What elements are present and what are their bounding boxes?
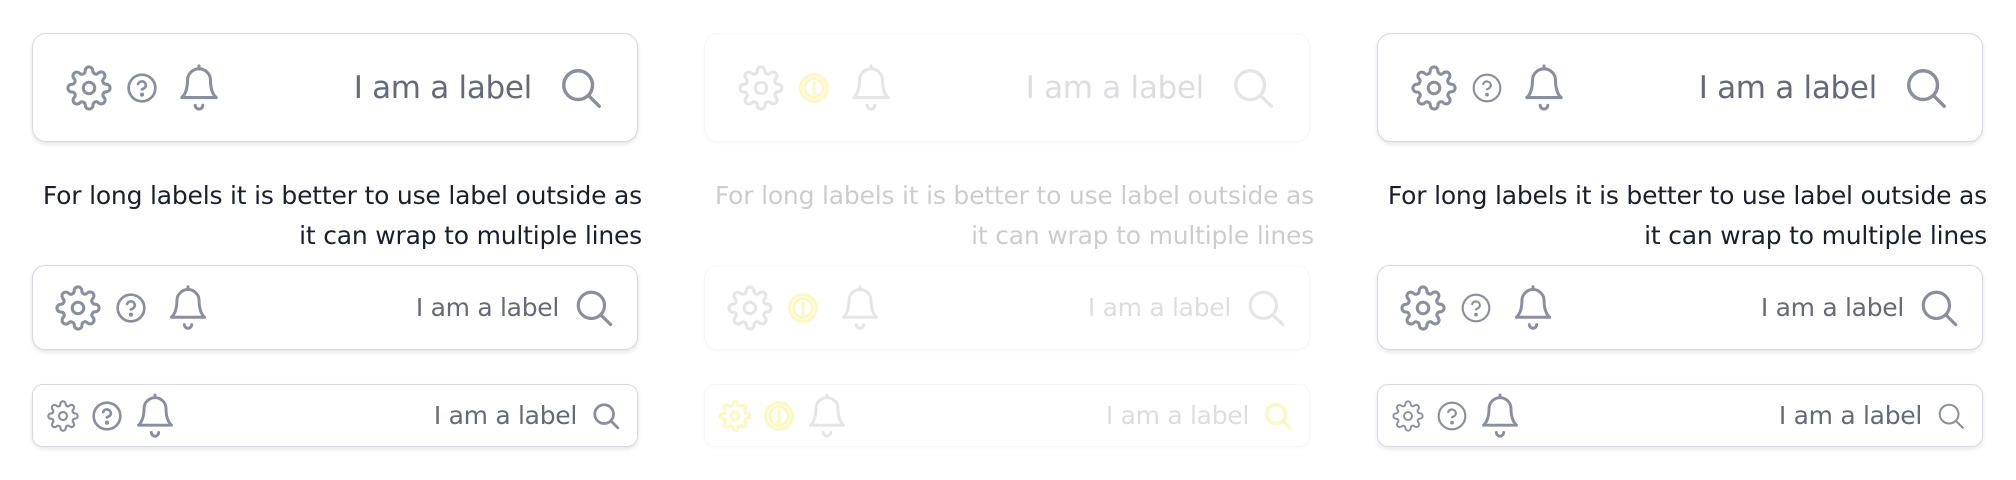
bell-icon[interactable] bbox=[133, 392, 177, 440]
bell-icon bbox=[837, 284, 883, 332]
bell-icon bbox=[848, 63, 894, 113]
icon-group bbox=[719, 392, 849, 440]
search-icon bbox=[1245, 287, 1287, 329]
search-icon bbox=[1263, 401, 1293, 431]
bell-icon[interactable] bbox=[176, 63, 222, 113]
field-label: I am a label bbox=[1087, 293, 1231, 322]
bell-icon[interactable] bbox=[1521, 63, 1567, 113]
field-label: I am a label bbox=[353, 69, 533, 106]
gear-icon[interactable] bbox=[47, 399, 79, 432]
bell-icon bbox=[805, 392, 849, 440]
gear-icon bbox=[727, 284, 773, 331]
field-label: I am a label bbox=[433, 401, 577, 430]
search-icon[interactable] bbox=[1903, 65, 1949, 111]
search-icon[interactable] bbox=[591, 401, 621, 431]
help-icon[interactable] bbox=[126, 72, 158, 104]
help-icon bbox=[787, 292, 819, 324]
icon-group bbox=[47, 392, 177, 440]
help-icon[interactable] bbox=[1460, 292, 1492, 324]
gear-icon[interactable] bbox=[66, 64, 112, 111]
variant-column-default: I am a label For long labels it is bette… bbox=[32, 0, 642, 480]
field-label: I am a label bbox=[415, 293, 559, 322]
icon-group bbox=[1400, 284, 1556, 332]
field-label: I am a label bbox=[1778, 401, 1922, 430]
help-icon[interactable] bbox=[91, 400, 123, 432]
icon-group bbox=[66, 63, 222, 113]
gear-icon[interactable] bbox=[1392, 399, 1424, 432]
bell-icon[interactable] bbox=[165, 284, 211, 332]
gear-icon bbox=[719, 399, 751, 432]
help-icon[interactable] bbox=[1471, 72, 1503, 104]
icon-field-medium: I am a label bbox=[704, 265, 1310, 350]
helper-text: For long labels it is better to use labe… bbox=[1387, 181, 1987, 250]
icon-field-medium[interactable]: I am a label bbox=[1377, 265, 1983, 350]
help-icon[interactable] bbox=[1436, 400, 1468, 432]
field-label: I am a label bbox=[1105, 401, 1249, 430]
field-label: I am a label bbox=[1025, 69, 1205, 106]
gear-icon bbox=[738, 64, 784, 111]
gear-icon[interactable] bbox=[1400, 284, 1446, 331]
field-label: I am a label bbox=[1760, 293, 1904, 322]
icon-field-small[interactable]: I am a label bbox=[1377, 384, 1983, 447]
variant-column-disabled: I am a label For long labels it is bette… bbox=[704, 0, 1314, 480]
helper-text: For long labels it is better to use labe… bbox=[42, 181, 642, 250]
search-icon[interactable] bbox=[1936, 401, 1966, 431]
search-icon[interactable] bbox=[573, 287, 615, 329]
field-label: I am a label bbox=[1698, 69, 1878, 106]
helper-text: For long labels it is better to use labe… bbox=[714, 181, 1314, 250]
icon-group bbox=[1411, 63, 1567, 113]
icon-field-small[interactable]: I am a label bbox=[32, 384, 638, 447]
search-icon bbox=[1230, 65, 1276, 111]
help-icon bbox=[763, 400, 795, 432]
gear-icon[interactable] bbox=[1411, 64, 1457, 111]
search-icon[interactable] bbox=[558, 65, 604, 111]
search-icon[interactable] bbox=[1918, 287, 1960, 329]
icon-group bbox=[1392, 392, 1522, 440]
icon-group bbox=[55, 284, 211, 332]
icon-field-large[interactable]: I am a label bbox=[32, 33, 638, 142]
bell-icon[interactable] bbox=[1510, 284, 1556, 332]
icon-field-large: I am a label bbox=[704, 33, 1310, 142]
bell-icon[interactable] bbox=[1478, 392, 1522, 440]
icon-field-medium[interactable]: I am a label bbox=[32, 265, 638, 350]
icon-group bbox=[727, 284, 883, 332]
icon-field-small: I am a label bbox=[704, 384, 1310, 447]
stage: I am a label For long labels it is bette… bbox=[0, 0, 2016, 480]
variant-column-default-alt: I am a label For long labels it is bette… bbox=[1377, 0, 1987, 480]
icon-group bbox=[738, 63, 894, 113]
icon-field-large[interactable]: I am a label bbox=[1377, 33, 1983, 142]
help-icon[interactable] bbox=[115, 292, 147, 324]
help-icon bbox=[798, 72, 830, 104]
gear-icon[interactable] bbox=[55, 284, 101, 331]
